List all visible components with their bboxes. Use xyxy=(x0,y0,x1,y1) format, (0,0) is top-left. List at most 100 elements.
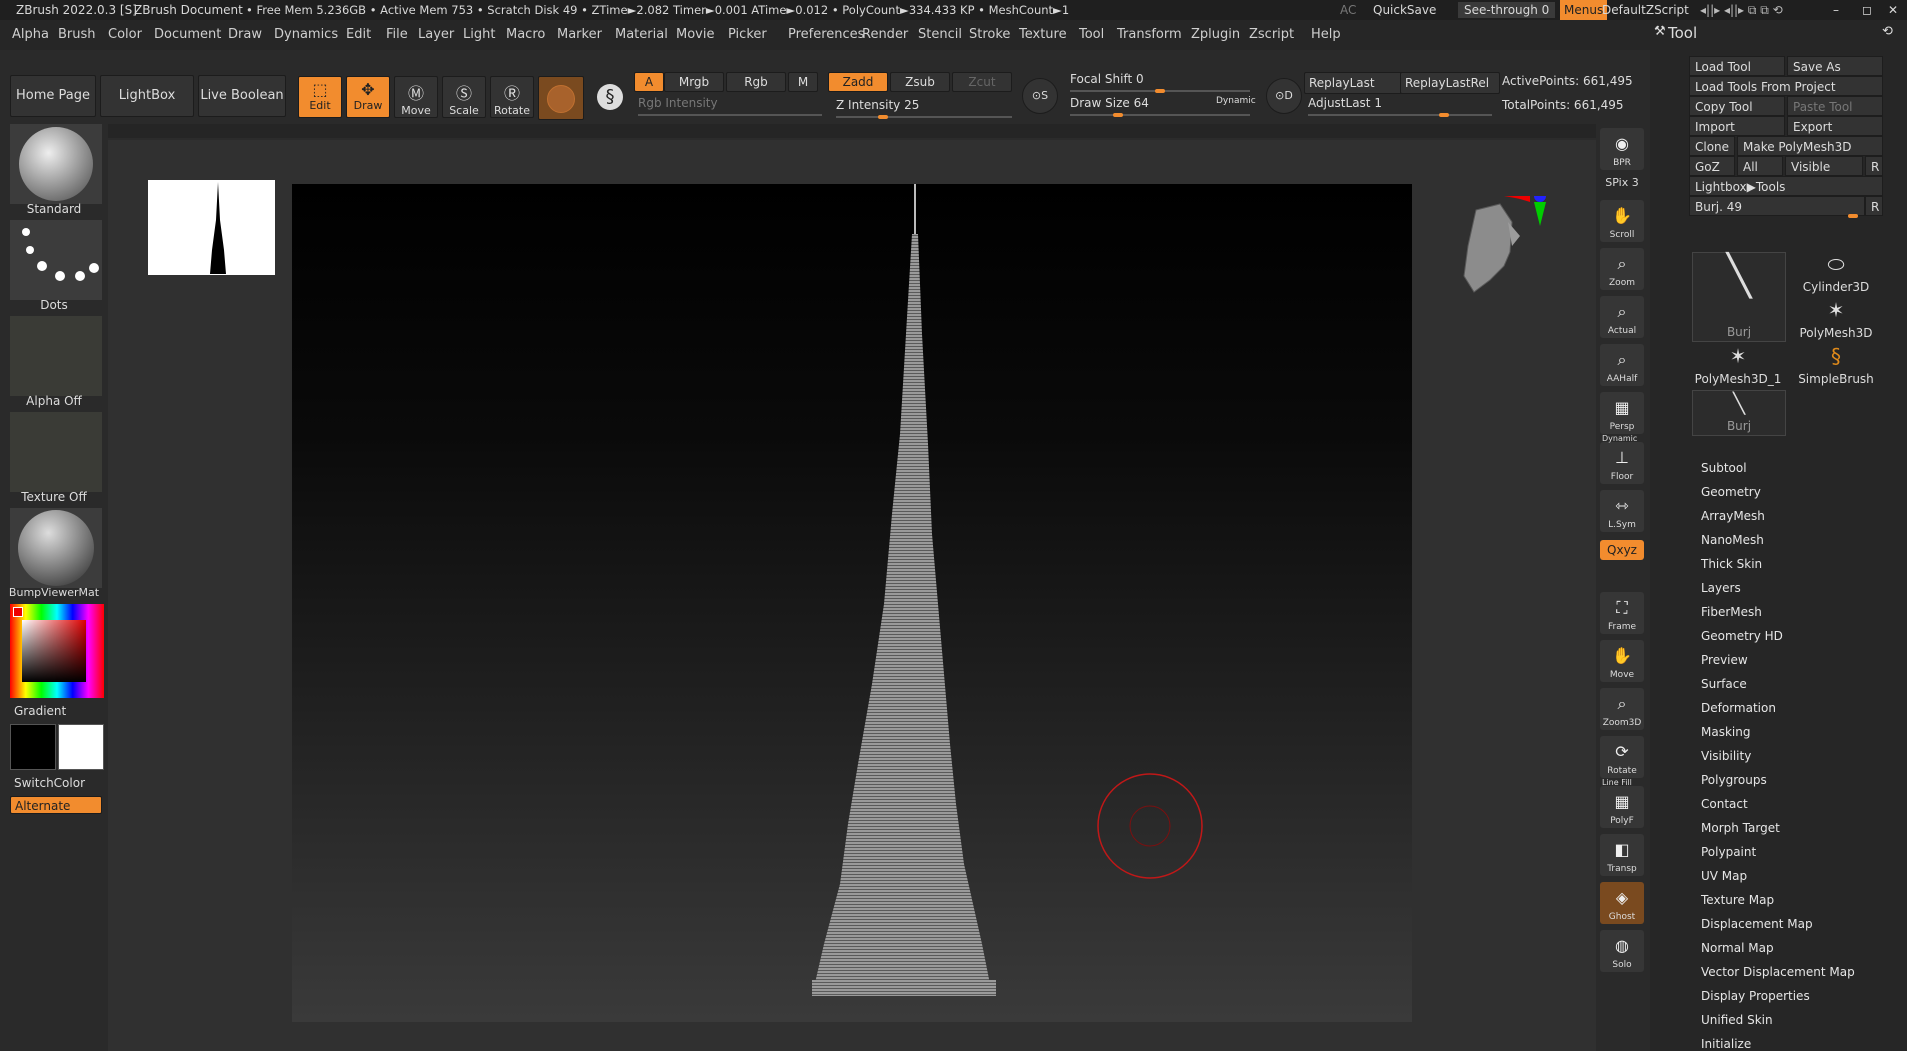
solo-button[interactable]: ◍ Solo xyxy=(1600,930,1644,972)
load-tool-button[interactable]: Load Tool xyxy=(1689,56,1785,76)
document-viewport[interactable] xyxy=(292,184,1412,1022)
gradient-label[interactable]: Gradient xyxy=(14,704,66,718)
dynamic-toggle[interactable]: Dynamic xyxy=(1216,96,1256,106)
menu-preferences[interactable]: Preferences xyxy=(788,20,864,50)
export-button[interactable]: Export xyxy=(1787,116,1883,136)
zsub-toggle[interactable]: Zsub xyxy=(890,72,950,92)
ghost-button[interactable]: ◈ Ghost xyxy=(1600,882,1644,924)
all-button[interactable]: All xyxy=(1737,156,1783,176)
qxyz-button[interactable]: Qxyz xyxy=(1600,540,1644,560)
brush-thumbnail[interactable] xyxy=(10,124,102,204)
menu-tool[interactable]: Tool xyxy=(1079,20,1104,50)
visible-button[interactable]: Visible xyxy=(1785,156,1863,176)
focal-d-icon[interactable]: ⊙D xyxy=(1266,78,1302,114)
tool-thumb-polymesh3d_1[interactable]: ✶ PolyMesh3D_1 xyxy=(1692,344,1784,388)
palette-refresh-icon[interactable]: ⟲ xyxy=(1882,24,1893,39)
color-square[interactable] xyxy=(22,620,86,682)
section-contact[interactable]: Contact xyxy=(1701,797,1748,811)
rotate-button[interactable]: Ⓡ Rotate xyxy=(490,76,534,118)
spix-slider[interactable]: SPix 3 xyxy=(1600,176,1644,196)
save-as-button[interactable]: Save As xyxy=(1787,56,1883,76)
section-geometry[interactable]: Geometry xyxy=(1701,485,1761,499)
menu-picker[interactable]: Picker xyxy=(728,20,767,50)
draw-size-slider[interactable]: Draw Size 64 xyxy=(1070,96,1149,110)
symmetry-swirl-button[interactable]: § xyxy=(590,76,630,118)
secondary-color-swatch[interactable] xyxy=(58,724,104,770)
section-deformation[interactable]: Deformation xyxy=(1701,701,1776,715)
color-picker[interactable] xyxy=(10,604,104,698)
navigator-thumbnail[interactable] xyxy=(148,180,275,275)
section-thick-skin[interactable]: Thick Skin xyxy=(1701,557,1762,571)
z-intensity-track[interactable] xyxy=(836,115,1012,119)
layout-icons[interactable]: ◂||▸ ◂||▸ ⧉ ⧉ ⟲ xyxy=(1700,0,1783,20)
adjust-last-slider[interactable]: AdjustLast 1 xyxy=(1308,96,1382,110)
lsym-button[interactable]: ⇿ L.Sym xyxy=(1600,490,1644,532)
section-texture-map[interactable]: Texture Map xyxy=(1701,893,1774,907)
transp-button[interactable]: ◧ Transp xyxy=(1600,834,1644,876)
section-fibermesh[interactable]: FiberMesh xyxy=(1701,605,1762,619)
burj-khalifa-model[interactable] xyxy=(292,184,1412,1022)
close-icon[interactable]: ✕ xyxy=(1888,0,1898,20)
alpha-thumbnail[interactable] xyxy=(10,316,102,396)
see-through-slider[interactable]: See-through 0 xyxy=(1458,2,1556,18)
quicksave-button[interactable]: QuickSave xyxy=(1373,0,1436,20)
menu-movie[interactable]: Movie xyxy=(676,20,714,50)
focal-shift-slider[interactable]: Focal Shift 0 xyxy=(1070,72,1144,86)
section-arraymesh[interactable]: ArrayMesh xyxy=(1701,509,1765,523)
z-intensity-slider[interactable]: Z Intensity 25 xyxy=(836,98,919,112)
menu-color[interactable]: Color xyxy=(108,20,142,50)
paste-tool-button[interactable]: Paste Tool xyxy=(1787,96,1883,116)
menu-transform[interactable]: Transform xyxy=(1117,20,1182,50)
menu-texture[interactable]: Texture xyxy=(1019,20,1067,50)
lightbox-button[interactable]: LightBox xyxy=(100,75,194,117)
menu-edit[interactable]: Edit xyxy=(346,20,371,50)
rgb-intensity-slider[interactable]: Rgb Intensity xyxy=(638,96,718,110)
menu-zscript[interactable]: Zscript xyxy=(1249,20,1294,50)
move-view-button[interactable]: ✋ Move xyxy=(1600,640,1644,682)
polyf-button[interactable]: ▦ PolyF xyxy=(1600,786,1644,828)
menu-stencil[interactable]: Stencil xyxy=(918,20,962,50)
menu-alpha[interactable]: Alpha xyxy=(12,20,49,50)
alternate-toggle[interactable]: Alternate xyxy=(10,796,102,814)
load-tools-from-project-button[interactable]: Load Tools From Project xyxy=(1689,76,1883,96)
rotate-view-button[interactable]: ⟳ Rotate xyxy=(1600,736,1644,778)
make-polymesh3d-button[interactable]: Make PolyMesh3D xyxy=(1737,136,1883,156)
replay-last-button[interactable]: ReplayLast xyxy=(1304,72,1402,94)
main-color-swatch[interactable] xyxy=(10,724,56,770)
section-geometry-hd[interactable]: Geometry HD xyxy=(1701,629,1783,643)
actual-button[interactable]: ⌕ Actual xyxy=(1600,296,1644,338)
tool-thumb-simplebrush[interactable]: § SimpleBrush xyxy=(1790,344,1882,388)
maximize-icon[interactable]: ◻ xyxy=(1862,0,1872,20)
tool-thumb-polymesh3d[interactable]: ✶ PolyMesh3D xyxy=(1790,298,1882,342)
zoom3d-button[interactable]: ⌕ Zoom3D xyxy=(1600,688,1644,730)
live-boolean-button[interactable]: Live Boolean xyxy=(198,75,286,117)
move-button[interactable]: Ⓜ Move xyxy=(394,76,438,118)
m-toggle[interactable]: M xyxy=(788,72,818,92)
z-intensity-knob[interactable] xyxy=(878,115,888,119)
stroke-thumbnail[interactable] xyxy=(10,220,102,300)
section-display-properties[interactable]: Display Properties xyxy=(1701,989,1810,1003)
draw-size-knob[interactable] xyxy=(1113,113,1123,117)
scale-button[interactable]: Ⓢ Scale xyxy=(442,76,486,118)
draw-button[interactable]: ✥ Draw xyxy=(346,76,390,118)
switch-color-button[interactable]: SwitchColor xyxy=(14,776,85,790)
section-nanomesh[interactable]: NanoMesh xyxy=(1701,533,1764,547)
section-layers[interactable]: Layers xyxy=(1701,581,1741,595)
floor-button[interactable]: ⊥ Floor xyxy=(1600,442,1644,484)
tool-thumb-burj[interactable]: ╲ Burj xyxy=(1692,390,1786,436)
r-button[interactable]: R xyxy=(1865,156,1883,176)
section-initialize[interactable]: Initialize xyxy=(1701,1037,1751,1051)
burj-slider-knob[interactable] xyxy=(1848,214,1858,218)
minimize-icon[interactable]: – xyxy=(1833,0,1839,20)
draw-size-track[interactable] xyxy=(1070,113,1250,117)
zadd-toggle[interactable]: Zadd xyxy=(828,72,888,92)
section-preview[interactable]: Preview xyxy=(1701,653,1748,667)
section-polypaint[interactable]: Polypaint xyxy=(1701,845,1756,859)
rgb-toggle[interactable]: Rgb xyxy=(726,72,786,92)
copy-tool-button[interactable]: Copy Tool xyxy=(1689,96,1785,116)
zoom-button[interactable]: ⌕ Zoom xyxy=(1600,248,1644,290)
section-vector-displacement-map[interactable]: Vector Displacement Map xyxy=(1701,965,1855,979)
menu-material[interactable]: Material xyxy=(615,20,668,50)
menu-marker[interactable]: Marker xyxy=(557,20,602,50)
menus-button[interactable]: Menus xyxy=(1560,0,1608,20)
